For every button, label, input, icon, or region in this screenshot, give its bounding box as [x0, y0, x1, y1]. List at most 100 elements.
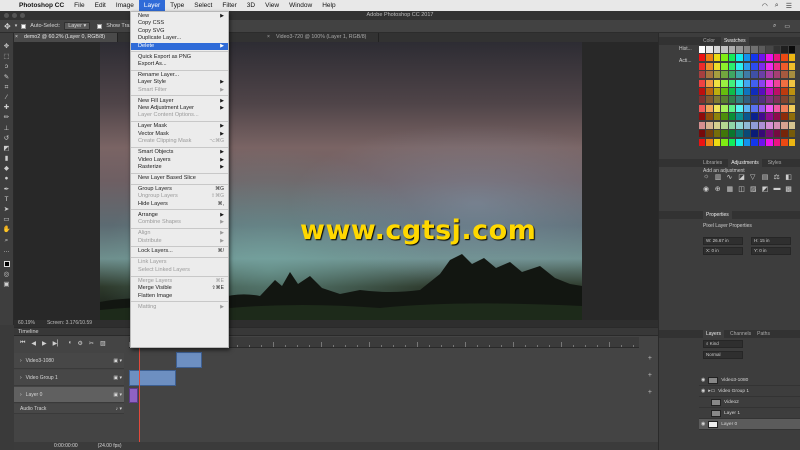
healing-brush-icon[interactable]: ✚ — [3, 104, 11, 111]
menu-item-lock-layers[interactable]: Lock Layers... ⌘/ — [131, 248, 228, 255]
prev-frame-icon[interactable]: ◀ — [31, 340, 36, 347]
menu-image[interactable]: Image — [111, 0, 139, 11]
swatch[interactable] — [758, 138, 766, 146]
swatch[interactable] — [721, 54, 728, 62]
list-icon[interactable]: ☰ — [786, 2, 792, 10]
dodge-tool-icon[interactable]: ● — [3, 175, 11, 182]
swatch[interactable] — [758, 113, 766, 121]
swatch[interactable] — [781, 130, 788, 138]
gradient-map-icon[interactable]: ▬ — [774, 185, 782, 193]
swatch[interactable] — [758, 46, 766, 53]
swatch[interactable] — [758, 71, 766, 79]
swatch[interactable] — [721, 79, 728, 87]
swatch[interactable] — [773, 113, 781, 121]
swatch[interactable] — [736, 104, 743, 112]
swatch[interactable] — [788, 88, 795, 96]
swatch[interactable] — [699, 79, 706, 87]
swatch[interactable] — [706, 96, 713, 104]
swatch[interactable] — [728, 88, 736, 96]
swatch[interactable] — [706, 113, 713, 121]
zoom-window-button[interactable] — [20, 13, 25, 18]
swatch[interactable] — [736, 113, 743, 121]
swatch[interactable] — [713, 113, 721, 121]
swatch[interactable] — [728, 96, 736, 104]
swatch[interactable] — [781, 96, 788, 104]
swatch[interactable] — [706, 130, 713, 138]
eyedropper-tool-icon[interactable]: ⁄ — [3, 94, 11, 101]
track-video3-1080[interactable]: › Video3-1080 ▣ ▾ — [14, 353, 124, 369]
curves-icon[interactable]: ∿ — [727, 173, 735, 181]
swatch[interactable] — [736, 138, 743, 146]
swatch[interactable] — [721, 138, 728, 146]
swatch[interactable] — [699, 88, 706, 96]
chevron-right-icon[interactable]: › — [20, 375, 22, 381]
swatch[interactable] — [706, 62, 713, 70]
clip-video3-1080[interactable] — [176, 352, 202, 368]
color-swatch-icon[interactable] — [3, 261, 11, 268]
tab-adjustments[interactable]: Adjustments — [728, 159, 762, 167]
swatch[interactable] — [721, 130, 728, 138]
swatch[interactable] — [788, 96, 795, 104]
swatch[interactable] — [706, 71, 713, 79]
track-video-group-1[interactable]: › Video Group 1 ▣ ▾ — [14, 370, 124, 386]
swatch[interactable] — [713, 54, 721, 62]
swatch[interactable] — [773, 96, 781, 104]
channel-mixer-icon[interactable]: ⊕ — [715, 185, 723, 193]
swatch[interactable] — [706, 104, 713, 112]
tab-video3[interactable]: × Video3-720 @ 100% (Layer 1, RGB/8) — [266, 33, 380, 42]
menu-3d[interactable]: 3D — [242, 0, 260, 11]
swatch[interactable] — [736, 88, 743, 96]
swatch[interactable] — [699, 121, 706, 129]
swatch[interactable] — [699, 62, 706, 70]
swatch[interactable] — [788, 130, 795, 138]
pen-tool-icon[interactable]: ✒ — [3, 186, 11, 193]
marquee-tool-icon[interactable]: ⬚ — [3, 53, 11, 60]
playhead[interactable] — [139, 337, 140, 442]
swatch[interactable] — [713, 46, 721, 53]
layer-video2[interactable]: Video2 — [699, 397, 800, 408]
apple-icon[interactable] — [0, 0, 14, 11]
menu-edit[interactable]: Edit — [90, 0, 111, 11]
swatch[interactable] — [781, 104, 788, 112]
menu-item-merge-visible[interactable]: Merge Visible ⇧⌘E — [131, 285, 228, 292]
swatch[interactable] — [773, 62, 781, 70]
photo-filter-icon[interactable]: ◉ — [703, 185, 711, 193]
quick-select-tool-icon[interactable]: ✎ — [3, 74, 11, 81]
swatch[interactable] — [751, 88, 758, 96]
screen-mode-icon[interactable]: ▣ — [3, 281, 11, 288]
swatch[interactable] — [713, 121, 721, 129]
swatch[interactable] — [699, 130, 706, 138]
exposure-icon[interactable]: ◪ — [738, 173, 746, 181]
swatch[interactable] — [721, 71, 728, 79]
timecode[interactable]: 0:00:00:00 — [54, 442, 78, 450]
menu-item-new-fill-layer[interactable]: New Fill Layer ▶ — [131, 98, 228, 105]
app-menu[interactable]: Photoshop CC — [14, 0, 69, 11]
auto-select-dropdown[interactable]: Layer ▾ — [64, 22, 91, 30]
tab-layers[interactable]: Layers — [703, 330, 725, 338]
swatch[interactable] — [721, 104, 728, 112]
close-window-button[interactable] — [4, 13, 9, 18]
swatch[interactable] — [751, 96, 758, 104]
actions-panel-button[interactable]: Acti... — [679, 58, 692, 64]
swatch[interactable] — [751, 54, 758, 62]
auto-select-checkbox[interactable] — [21, 23, 27, 29]
more-tools-icon[interactable]: … — [3, 247, 11, 254]
add-media-icon[interactable]: + — [648, 355, 652, 362]
swatch[interactable] — [721, 88, 728, 96]
track-audio[interactable]: Audio Track ♪ ▾ — [14, 404, 124, 414]
tab-channels[interactable]: Channels — [730, 330, 751, 338]
menu-item-vector-mask[interactable]: Vector Mask ▶ — [131, 131, 228, 138]
menu-item-rename-layer[interactable]: Rename Layer... — [131, 72, 228, 79]
settings-icon[interactable]: ⚙ — [78, 340, 83, 347]
swatch[interactable] — [766, 46, 773, 53]
search-icon[interactable]: ⌕ — [775, 2, 779, 10]
swatch[interactable] — [713, 138, 721, 146]
menu-help[interactable]: Help — [317, 0, 340, 11]
swatch[interactable] — [766, 54, 773, 62]
film-icon[interactable]: ▣ ▾ — [113, 353, 122, 369]
swatch[interactable] — [713, 62, 721, 70]
show-transform-checkbox[interactable] — [97, 23, 103, 29]
swatch[interactable] — [706, 88, 713, 96]
swatch[interactable] — [743, 46, 751, 53]
swatch[interactable] — [728, 62, 736, 70]
